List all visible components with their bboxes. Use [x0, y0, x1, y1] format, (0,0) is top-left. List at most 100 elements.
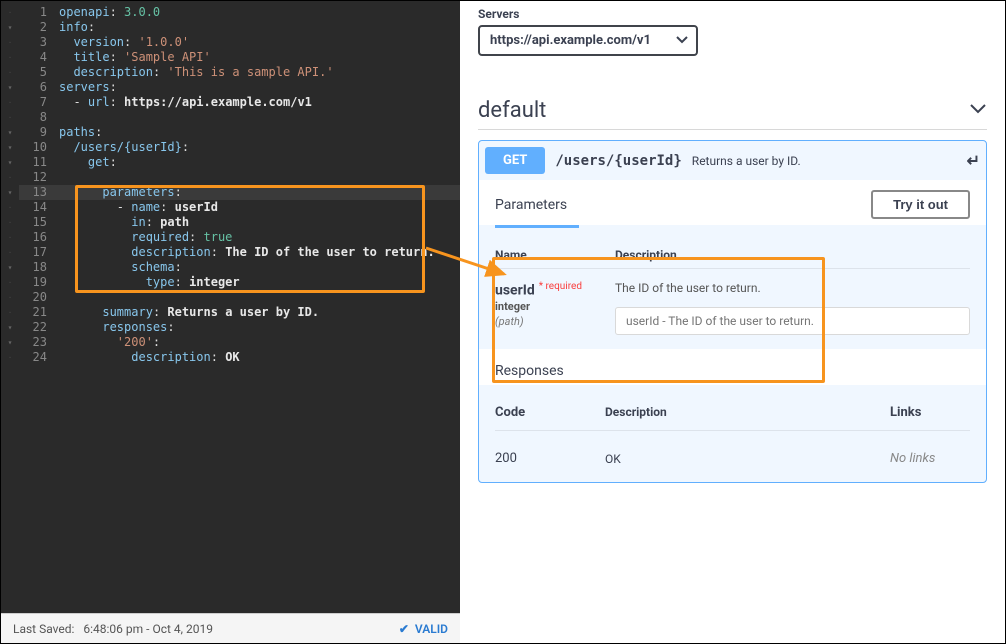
- code-content[interactable]: required: true: [59, 230, 460, 245]
- op-path: /users/{userId}: [555, 153, 681, 169]
- code-line[interactable]: ·5 description: 'This is a sample API.': [1, 65, 460, 80]
- fold-gutter[interactable]: ·: [1, 230, 19, 245]
- code-content[interactable]: - url: https://api.example.com/v1: [59, 95, 460, 110]
- method-pill: GET: [485, 147, 545, 174]
- code-line[interactable]: ·17 description: The ID of the user to r…: [1, 245, 460, 260]
- code-line[interactable]: ▾18 schema:: [1, 260, 460, 275]
- section-name: default: [478, 98, 546, 123]
- code-content[interactable]: get:: [59, 155, 460, 170]
- code-content[interactable]: paths:: [59, 125, 460, 140]
- fold-gutter[interactable]: ▾: [1, 20, 19, 35]
- fold-gutter[interactable]: ·: [1, 200, 19, 215]
- code-content[interactable]: description: 'This is a sample API.': [59, 65, 460, 80]
- code-line[interactable]: ·4 title: 'Sample API': [1, 50, 460, 65]
- line-number: 9: [19, 125, 59, 140]
- code-content[interactable]: description: The ID of the user to retur…: [59, 245, 460, 260]
- code-content[interactable]: in: path: [59, 215, 460, 230]
- code-content[interactable]: openapi: 3.0.0: [59, 5, 460, 20]
- editor-panel: ·1openapi: 3.0.0▾2info:·3 version: '1.0.…: [1, 1, 460, 643]
- code-line[interactable]: ▾11 get:: [1, 155, 460, 170]
- fold-gutter[interactable]: ·: [1, 5, 19, 20]
- code-line[interactable]: ▾22 responses:: [1, 320, 460, 335]
- status-valid: VALID: [399, 622, 448, 636]
- code-content[interactable]: /users/{userId}:: [59, 140, 460, 155]
- code-content[interactable]: version: '1.0.0': [59, 35, 460, 50]
- fold-gutter[interactable]: ·: [1, 110, 19, 125]
- responses-table: Code Description Links 200 OK No links: [479, 385, 986, 482]
- code-line[interactable]: ·12: [1, 170, 460, 185]
- code-content[interactable]: [59, 110, 460, 125]
- code-line[interactable]: ·20: [1, 290, 460, 305]
- code-line[interactable]: ·21 summary: Returns a user by ID.: [1, 305, 460, 320]
- code-line[interactable]: ·8: [1, 110, 460, 125]
- param-name-cell: userId* required integer (path): [495, 281, 615, 328]
- servers-select-wrap: https://api.example.com/v1: [478, 25, 698, 56]
- code-content[interactable]: title: 'Sample API': [59, 50, 460, 65]
- code-line[interactable]: ·14 - name: userId: [1, 200, 460, 215]
- line-number: 2: [19, 20, 59, 35]
- parameters-header: Parameters Try it out: [479, 180, 986, 225]
- code-content[interactable]: responses:: [59, 320, 460, 335]
- code-line[interactable]: ·24 description: OK: [1, 350, 460, 365]
- servers-label: Servers: [478, 7, 987, 21]
- code-content[interactable]: description: OK: [59, 350, 460, 365]
- fold-gutter[interactable]: ▾: [1, 125, 19, 140]
- col-code-header: Code: [495, 405, 605, 420]
- code-content[interactable]: type: integer: [59, 275, 460, 290]
- fold-gutter[interactable]: ·: [1, 305, 19, 320]
- code-line[interactable]: ▾2info:: [1, 20, 460, 35]
- code-line[interactable]: ·3 version: '1.0.0': [1, 35, 460, 50]
- fold-gutter[interactable]: ·: [1, 65, 19, 80]
- code-content[interactable]: summary: Returns a user by ID.: [59, 305, 460, 320]
- code-line[interactable]: ▾13 parameters:: [1, 185, 460, 200]
- code-line[interactable]: ▾23 '200':: [1, 335, 460, 350]
- code-line[interactable]: ·7 - url: https://api.example.com/v1: [1, 95, 460, 110]
- fold-gutter[interactable]: ▾: [1, 320, 19, 335]
- line-number: 24: [19, 350, 59, 365]
- code-line[interactable]: ▾10 /users/{userId}:: [1, 140, 460, 155]
- fold-gutter[interactable]: ·: [1, 95, 19, 110]
- code-line[interactable]: ▾6servers:: [1, 80, 460, 95]
- param-input[interactable]: [615, 307, 970, 335]
- fold-gutter[interactable]: ·: [1, 35, 19, 50]
- fold-gutter[interactable]: ▾: [1, 155, 19, 170]
- fold-gutter[interactable]: ·: [1, 275, 19, 290]
- fold-gutter[interactable]: ·: [1, 50, 19, 65]
- section-header[interactable]: default: [478, 98, 987, 130]
- code-content[interactable]: servers:: [59, 80, 460, 95]
- check-icon: [399, 622, 409, 636]
- response-row: 200 OK No links: [495, 431, 970, 466]
- param-required: * required: [539, 281, 582, 292]
- line-number: 3: [19, 35, 59, 50]
- fold-gutter[interactable]: ·: [1, 350, 19, 365]
- fold-gutter[interactable]: ·: [1, 290, 19, 305]
- fold-gutter[interactable]: ▾: [1, 80, 19, 95]
- code-line[interactable]: ·15 in: path: [1, 215, 460, 230]
- fold-gutter[interactable]: ·: [1, 170, 19, 185]
- code-content[interactable]: [59, 290, 460, 305]
- code-line[interactable]: ▾9paths:: [1, 125, 460, 140]
- param-desc-cell: The ID of the user to return.: [615, 281, 970, 335]
- fold-gutter[interactable]: ▾: [1, 335, 19, 350]
- fold-gutter[interactable]: ▾: [1, 140, 19, 155]
- code-content[interactable]: - name: userId: [59, 200, 460, 215]
- code-content[interactable]: '200':: [59, 335, 460, 350]
- code-line[interactable]: ·1openapi: 3.0.0: [1, 5, 460, 20]
- code-line[interactable]: ·19 type: integer: [1, 275, 460, 290]
- code-line[interactable]: ·16 required: true: [1, 230, 460, 245]
- operation-header[interactable]: GET /users/{userId} Returns a user by ID…: [479, 141, 986, 180]
- fold-gutter[interactable]: ·: [1, 245, 19, 260]
- code-content[interactable]: [59, 170, 460, 185]
- params-table-head: Name Description: [495, 242, 970, 269]
- fold-gutter[interactable]: ▾: [1, 185, 19, 200]
- servers-select[interactable]: https://api.example.com/v1: [478, 25, 698, 56]
- code-content[interactable]: schema:: [59, 260, 460, 275]
- code-content[interactable]: info:: [59, 20, 460, 35]
- fold-gutter[interactable]: ·: [1, 215, 19, 230]
- fold-gutter[interactable]: ▾: [1, 260, 19, 275]
- try-it-out-button[interactable]: Try it out: [871, 190, 970, 219]
- code-content[interactable]: parameters:: [59, 185, 460, 200]
- parameters-table: Name Description userId* required intege…: [479, 228, 986, 349]
- line-number: 5: [19, 65, 59, 80]
- code-editor[interactable]: ·1openapi: 3.0.0▾2info:·3 version: '1.0.…: [1, 1, 460, 613]
